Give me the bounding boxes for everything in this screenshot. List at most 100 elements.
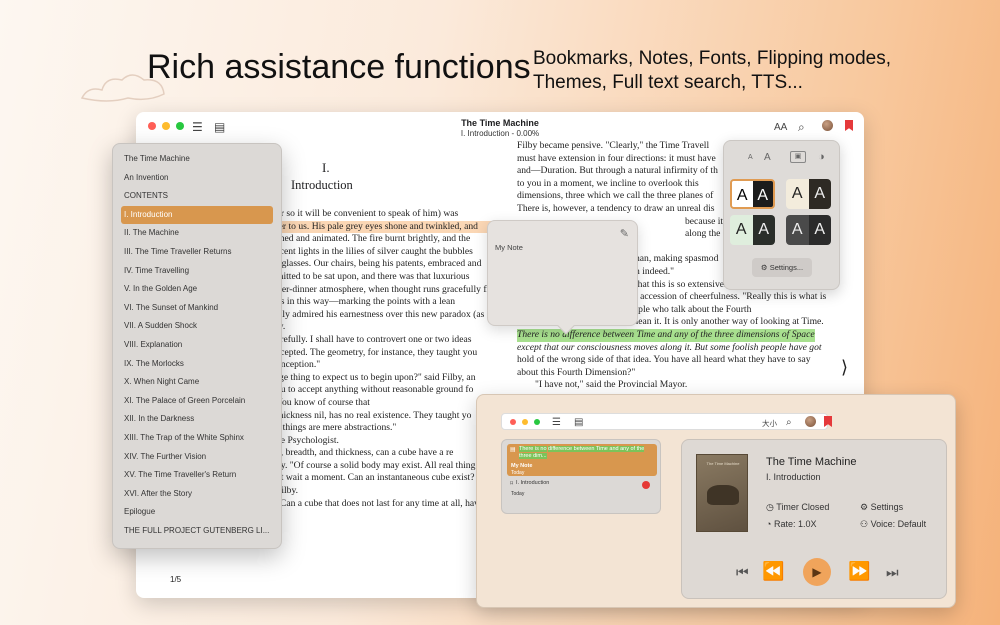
theme-letter: A (786, 215, 809, 245)
zoom-window-button[interactable] (534, 419, 540, 425)
lower-feature-panel: ☰ ▤ 大小 ⌕ ▤ There is no difference betwee… (476, 394, 956, 608)
toc-item[interactable]: XII. In the Darkness (113, 410, 273, 429)
search-icon[interactable]: ⌕ (798, 120, 805, 134)
play-button[interactable]: ▶ (803, 558, 831, 586)
toc-item[interactable]: VII. A Sudden Shock (113, 317, 273, 336)
minimize-window-button[interactable] (522, 419, 528, 425)
player-chapter: I. Introduction (766, 472, 821, 482)
toc-sidebar: The Time Machine An Invention CONTENTS I… (112, 143, 282, 549)
quote-highlight: There is no (519, 446, 547, 452)
search-icon[interactable]: ⌕ (786, 416, 792, 430)
flip-mode-icon[interactable]: ▣ (790, 151, 806, 163)
toc-item[interactable]: THE FULL PROJECT GUTENBERG LI... (113, 522, 273, 541)
toc-item[interactable]: XIV. The Further Vision (113, 448, 273, 467)
settings-label: Settings... (769, 263, 804, 272)
theme-letter: A (752, 181, 773, 207)
cover-illustration (707, 485, 739, 505)
book-cover: The Time Machine (696, 454, 748, 532)
avatar[interactable] (805, 416, 816, 430)
toc-item[interactable]: XV. The Time Traveller's Return (113, 466, 273, 485)
font-size-button[interactable]: 大小 (762, 417, 777, 431)
fast-forward-icon[interactable]: ⏩ (848, 561, 870, 582)
toc-item[interactable]: An Invention (113, 169, 273, 188)
toc-item[interactable]: XI. The Palace of Green Porcelain (113, 392, 273, 411)
rewind-icon[interactable]: ⏪ (762, 561, 784, 582)
settings-button[interactable]: ⚙ Settings... (752, 258, 812, 277)
bookmark-entry-label[interactable]: I. Introduction (516, 480, 549, 486)
toc-item[interactable]: X. When Night Came (113, 373, 273, 392)
text-line-highlighted[interactable]: except that our consciousness moves alon… (517, 342, 826, 355)
text-line: "I have not," said the Provincial Mayor. (535, 379, 688, 391)
playback-controls: ⏮ ⏪ ▶ ⏩ ⏭ (682, 558, 946, 586)
toc-item[interactable]: III. The Time Traveller Returns (113, 243, 273, 262)
gear-icon: ⚙ (860, 502, 869, 512)
toc-item[interactable]: V. In the Golden Age (113, 280, 273, 299)
avatar[interactable] (822, 120, 833, 134)
delete-bookmark-icon[interactable] (642, 481, 650, 489)
toc-item[interactable]: IX. The Morlocks (113, 355, 273, 374)
page-number: 1/5 (170, 575, 182, 584)
player-settings-option[interactable]: ⚙ Settings (860, 502, 903, 513)
text-line: about this Fourth Dimension?" (517, 366, 636, 378)
player-settings-label: Settings (870, 502, 904, 512)
chapter-progress: I. Introduction - 0.00% (460, 129, 540, 138)
theme-letter: A (752, 215, 775, 245)
toc-list-icon[interactable]: ☰ (552, 416, 561, 430)
close-window-button[interactable] (510, 419, 516, 425)
timer-option[interactable]: ◷ Timer Closed (766, 502, 829, 513)
edit-note-icon[interactable]: ✎ (620, 227, 629, 240)
timer-label: Timer Closed (776, 502, 830, 512)
chapter-title: Introduction (291, 178, 353, 192)
theme-dark[interactable]: A A (786, 215, 831, 245)
theme-letter: A (808, 215, 831, 245)
toc-item[interactable]: CONTENTS (113, 187, 273, 206)
bookmark-outline-icon: ⌑ (510, 481, 514, 487)
voice-label: Voice: Default (870, 519, 927, 529)
rate-option[interactable]: ◔ Rate: 1.0X (766, 519, 816, 529)
player-book-title: The Time Machine (766, 456, 857, 468)
voice-option[interactable]: ⚇ Voice: Default (860, 519, 926, 530)
toc-item[interactable]: The Time Machine (113, 150, 273, 169)
theme-popover: A A ▣ ◑ A A A A A A A A ⚙ Settings... (723, 140, 840, 290)
theme-light[interactable]: A A (730, 179, 775, 209)
clock-icon: ◷ (766, 502, 774, 512)
toc-item[interactable]: IV. Time Travelling (113, 262, 273, 281)
skip-forward-icon[interactable]: ⏭ (886, 564, 899, 581)
toc-item[interactable]: Epilogue (113, 503, 273, 522)
toc-item[interactable]: VIII. Explanation (113, 336, 273, 355)
note-text[interactable]: My Note (495, 243, 523, 252)
bookmark-icon[interactable] (824, 416, 832, 430)
note-card[interactable]: ▤ There is no difference between Time an… (507, 444, 657, 476)
toc-item[interactable]: VI. The Sunset of Mankind (113, 299, 273, 318)
note-card-title: My Note (511, 463, 533, 469)
toc-item[interactable]: II. The Machine (113, 224, 273, 243)
window-controls (510, 419, 540, 425)
theme-sepia[interactable]: A A (786, 179, 831, 209)
skip-back-icon[interactable]: ⏮ (736, 564, 749, 581)
gear-icon: ⚙ (760, 263, 768, 272)
note-popup[interactable]: ✎ My Note (487, 220, 638, 335)
note-doc-icon: ▤ (510, 447, 516, 453)
speedometer-icon: ◔ (766, 519, 772, 529)
theme-letter: A (732, 181, 753, 207)
dark-mode-icon[interactable]: ◑ (818, 151, 825, 163)
notes-panel: ▤ There is no difference between Time an… (501, 439, 661, 514)
toc-item[interactable]: XIII. The Trap of the White Sphinx (113, 429, 273, 448)
tts-player: The Time Machine The Time Machine I. Int… (681, 439, 947, 599)
bookmark-icon[interactable] (845, 120, 853, 134)
headline: Rich assistance functions (147, 48, 531, 86)
toc-item[interactable]: XVI. After the Story (113, 485, 273, 504)
notes-panel-icon[interactable]: ▤ (574, 416, 583, 430)
bookmark-entry-date: Today (511, 491, 525, 497)
font-size-button[interactable]: AA (774, 121, 787, 135)
subheadline-line-2: Themes, Full text search, TTS... (533, 72, 803, 93)
toc-item-active[interactable]: I. Introduction (121, 205, 273, 225)
text-line: hold of the wrong side of that idea. You… (517, 354, 811, 366)
rate-label: Rate: 1.0X (773, 519, 817, 529)
chapter-number: I. (322, 160, 330, 175)
decrease-font-button[interactable]: A (748, 154, 753, 161)
increase-font-button[interactable]: A (764, 152, 771, 163)
theme-green[interactable]: A A (730, 215, 775, 245)
mini-toolbar: ☰ ▤ 大小 ⌕ (501, 413, 832, 431)
next-page-arrow[interactable]: ⟩ (841, 358, 848, 376)
